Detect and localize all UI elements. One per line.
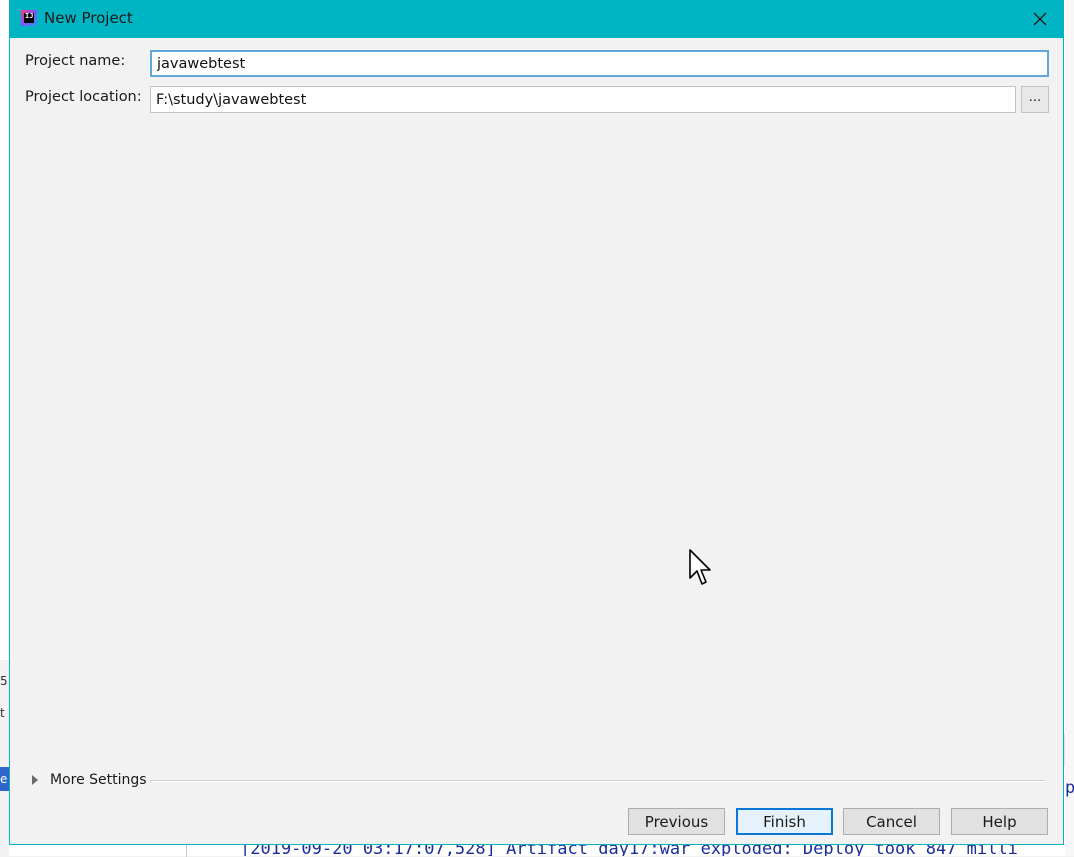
ide-right-fragment: p	[1065, 778, 1074, 798]
help-button[interactable]: Help	[951, 808, 1048, 835]
intellij-idea-icon: IJ	[21, 10, 37, 26]
browse-button[interactable]: ...	[1021, 86, 1049, 113]
project-name-label: Project name:	[25, 53, 126, 69]
cancel-button[interactable]: Cancel	[843, 808, 940, 835]
dialog-titlebar[interactable]: IJ New Project	[10, 0, 1063, 38]
new-project-dialog: IJ New Project Project name: Project loc…	[9, 0, 1064, 845]
more-settings-label: More Settings	[50, 772, 147, 788]
mouse-pointer-icon	[689, 549, 711, 585]
ide-left-fragment: t	[0, 706, 5, 720]
close-icon	[1033, 12, 1047, 26]
ide-run-tab-label: e	[0, 772, 8, 786]
project-location-label: Project location:	[25, 89, 142, 105]
ide-left-fragment: 5	[0, 674, 8, 688]
expand-triangle-icon	[32, 775, 38, 785]
ide-left-strip	[0, 660, 9, 856]
previous-button[interactable]: Previous	[628, 808, 725, 835]
project-location-field[interactable]	[150, 86, 1016, 113]
more-settings-divider	[151, 780, 1045, 782]
finish-button[interactable]: Finish	[736, 808, 833, 835]
close-button[interactable]	[1017, 0, 1063, 38]
ide-right-strip	[1065, 0, 1074, 856]
ide-run-tab[interactable]: e	[0, 767, 9, 791]
dialog-title: New Project	[44, 9, 133, 27]
project-name-field[interactable]	[150, 50, 1049, 77]
more-settings-toggle[interactable]: More Settings	[32, 772, 147, 788]
